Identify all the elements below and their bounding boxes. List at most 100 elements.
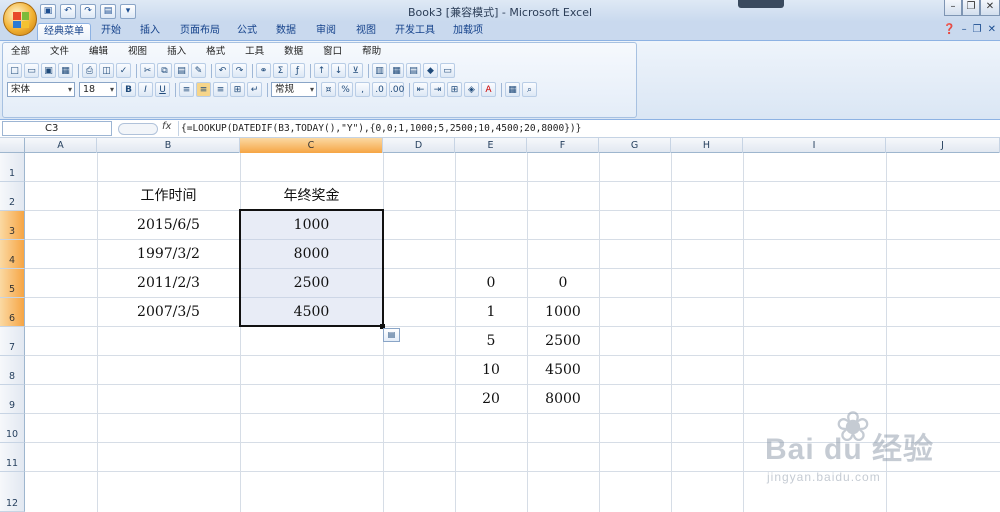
cell-e7[interactable]: 5 <box>455 327 527 355</box>
print-icon[interactable]: ⎙ <box>82 63 97 78</box>
row-header-3[interactable]: 3 <box>0 211 25 240</box>
pivot-icon[interactable]: ▦ <box>389 63 404 78</box>
new-icon[interactable]: □ <box>7 63 22 78</box>
column-header-d[interactable]: D <box>383 138 455 153</box>
autosum-icon[interactable]: Σ <box>273 63 288 78</box>
restore-button[interactable]: ❐ <box>962 0 980 16</box>
sort-ascending-icon[interactable]: ↑ <box>314 63 329 78</box>
row-header-4[interactable]: 4 <box>0 240 25 269</box>
row-header-7[interactable]: 7 <box>0 327 25 356</box>
row-header-2[interactable]: 2 <box>0 182 25 211</box>
align-left-icon[interactable]: ≡ <box>179 82 194 97</box>
column-header-h[interactable]: H <box>671 138 743 153</box>
cell-c2[interactable]: 年终奖金 <box>240 182 383 210</box>
zoom-icon[interactable]: ⌕ <box>522 82 537 97</box>
row-header-8[interactable]: 8 <box>0 356 25 385</box>
column-header-e[interactable]: E <box>455 138 527 153</box>
spelling-icon[interactable]: ✓ <box>116 63 131 78</box>
cell-f7[interactable]: 2500 <box>527 327 599 355</box>
cell-c5[interactable]: 2500 <box>240 269 383 297</box>
tab-developer[interactable]: 开发工具 <box>391 23 439 40</box>
tab-data[interactable]: 数据 <box>270 23 302 40</box>
save-icon[interactable]: ▣ <box>41 63 56 78</box>
sort-descending-icon[interactable]: ↓ <box>331 63 346 78</box>
cell-e6[interactable]: 1 <box>455 298 527 326</box>
table-icon[interactable]: ▤ <box>406 63 421 78</box>
menu-help[interactable]: 帮助 <box>358 45 386 60</box>
column-header-b[interactable]: B <box>97 138 240 153</box>
menu-view[interactable]: 视图 <box>124 45 152 60</box>
row-header-11[interactable]: 11 <box>0 443 25 472</box>
menu-tools[interactable]: 工具 <box>241 45 269 60</box>
format-painter-icon[interactable]: ✎ <box>191 63 206 78</box>
tab-view[interactable]: 视图 <box>350 23 382 40</box>
fill-color-icon[interactable]: ◈ <box>464 82 479 97</box>
ribbon-restore-icon[interactable]: ❐ <box>973 24 982 35</box>
increase-indent-icon[interactable]: ⇥ <box>430 82 445 97</box>
row-header-1[interactable]: 1 <box>0 153 25 182</box>
ribbon-close-icon[interactable]: ✕ <box>988 24 996 35</box>
tab-page-layout[interactable]: 页面布局 <box>173 23 227 40</box>
print-preview-icon[interactable]: ◫ <box>99 63 114 78</box>
ribbon-minimize-icon[interactable]: – <box>962 24 967 35</box>
cell-e8[interactable]: 10 <box>455 356 527 384</box>
column-header-j[interactable]: J <box>886 138 1000 153</box>
close-button[interactable]: ✕ <box>980 0 1000 16</box>
font-name-select[interactable]: 宋体 <box>7 82 75 97</box>
cell-b3[interactable]: 2015/6/5 <box>97 211 240 239</box>
column-header-i[interactable]: I <box>743 138 886 153</box>
merge-center-icon[interactable]: ⊞ <box>230 82 245 97</box>
insert-function-button[interactable]: fx <box>162 121 171 132</box>
font-size-select[interactable]: 18 <box>79 82 117 97</box>
tab-formulas[interactable]: 公式 <box>231 23 263 40</box>
row-header-6[interactable]: 6 <box>0 298 25 327</box>
cell-f8[interactable]: 4500 <box>527 356 599 384</box>
cell-e9[interactable]: 20 <box>455 385 527 413</box>
cell-f5[interactable]: 0 <box>527 269 599 297</box>
row-header-5[interactable]: 5 <box>0 269 25 298</box>
menu-all[interactable]: 全部 <box>7 45 35 60</box>
row-header-12[interactable]: 12 <box>0 472 25 512</box>
borders-icon[interactable]: ⊞ <box>447 82 462 97</box>
autofilter-icon[interactable]: ⊻ <box>348 63 363 78</box>
chart-icon[interactable]: ▥ <box>372 63 387 78</box>
italic-button[interactable]: I <box>138 82 153 97</box>
cell-b6[interactable]: 2007/3/5 <box>97 298 240 326</box>
styles-icon[interactable]: ▦ <box>505 82 520 97</box>
cell-c4[interactable]: 8000 <box>240 240 383 268</box>
underline-button[interactable]: U <box>155 82 170 97</box>
cell-b4[interactable]: 1997/3/2 <box>97 240 240 268</box>
cell-b5[interactable]: 2011/2/3 <box>97 269 240 297</box>
column-header-a[interactable]: A <box>25 138 97 153</box>
paste-options-icon[interactable]: ▤ <box>383 328 400 342</box>
folder-icon[interactable]: ▭ <box>440 63 455 78</box>
tab-classic-menu[interactable]: 经典菜单 <box>37 23 91 40</box>
hyperlink-icon[interactable]: ⚭ <box>256 63 271 78</box>
tab-add-ins[interactable]: 加载项 <box>448 23 488 40</box>
cell-c3[interactable]: 1000 <box>240 211 383 239</box>
column-header-g[interactable]: G <box>599 138 671 153</box>
menu-window[interactable]: 窗口 <box>319 45 347 60</box>
font-color-icon[interactable]: A <box>481 82 496 97</box>
menu-data[interactable]: 数据 <box>280 45 308 60</box>
name-box[interactable]: C3 <box>2 121 112 136</box>
row-header-10[interactable]: 10 <box>0 414 25 443</box>
function-icon[interactable]: ƒ <box>290 63 305 78</box>
permission-icon[interactable]: ▦ <box>58 63 73 78</box>
decrease-decimal-icon[interactable]: .00 <box>389 82 404 97</box>
copy-icon[interactable]: ⧉ <box>157 63 172 78</box>
minimize-button[interactable]: – <box>944 0 962 16</box>
tab-insert[interactable]: 插入 <box>134 23 166 40</box>
align-right-icon[interactable]: ≡ <box>213 82 228 97</box>
bold-button[interactable]: B <box>121 82 136 97</box>
cut-icon[interactable]: ✂ <box>140 63 155 78</box>
row-header-9[interactable]: 9 <box>0 385 25 414</box>
decrease-indent-icon[interactable]: ⇤ <box>413 82 428 97</box>
cell-c6[interactable]: 4500 <box>240 298 383 326</box>
comma-button[interactable]: , <box>355 82 370 97</box>
increase-decimal-icon[interactable]: .0 <box>372 82 387 97</box>
currency-icon[interactable]: ¤ <box>321 82 336 97</box>
cell-f6[interactable]: 1000 <box>527 298 599 326</box>
tab-home[interactable]: 开始 <box>95 23 127 40</box>
undo-icon[interactable]: ↶ <box>215 63 230 78</box>
